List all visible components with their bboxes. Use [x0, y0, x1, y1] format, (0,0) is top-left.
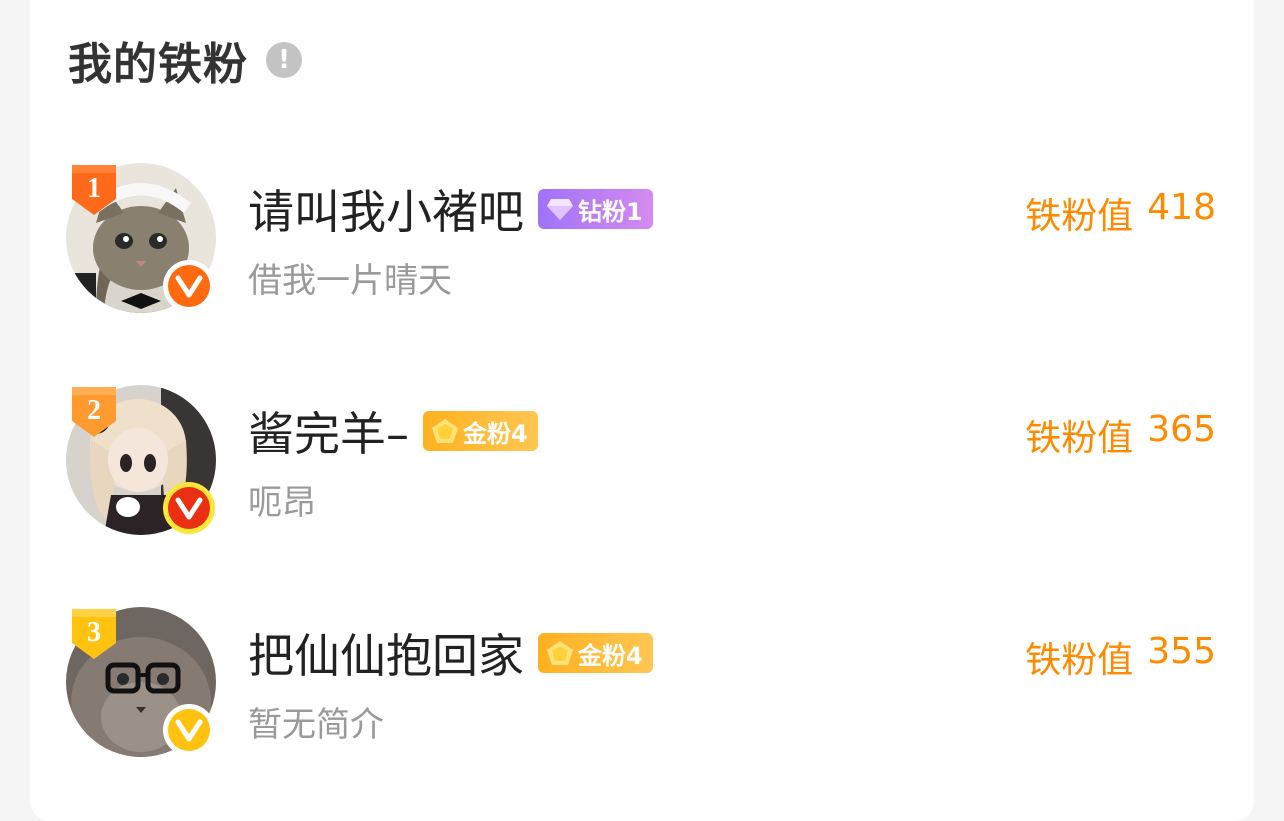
fan-level-badge: 钻粉1	[538, 189, 653, 229]
rank-medal-icon: 2	[68, 383, 120, 439]
fan-level-label: 金粉4	[578, 641, 643, 670]
fan-level-label: 钻粉1	[578, 197, 643, 226]
iron-fan-score: 铁粉值 355	[1025, 631, 1216, 683]
fan-name[interactable]: 酱完羊–	[248, 398, 409, 464]
avatar[interactable]: 2	[66, 385, 216, 535]
score-label: 铁粉值	[1025, 418, 1134, 459]
fan-row[interactable]: 1 请叫我小褚吧 钻粉1 借我一片晴天 铁粉值 418	[0, 163, 1284, 323]
gold-gem-icon	[547, 641, 573, 665]
fan-bio: 呃昂	[248, 483, 316, 523]
name-line: 酱完羊– 金粉4	[248, 403, 538, 461]
rank-medal-icon: 1	[68, 161, 120, 217]
fan-level-badge: 金粉4	[538, 633, 653, 673]
gold-gem-icon	[432, 419, 458, 443]
iron-fan-score: 铁粉值 365	[1025, 409, 1216, 461]
fan-name[interactable]: 把仙仙抱回家	[248, 620, 524, 686]
fan-level-label: 金粉4	[463, 419, 528, 448]
verified-v-icon	[162, 481, 216, 535]
diamond-icon	[547, 199, 573, 220]
rank-number: 1	[87, 173, 101, 204]
name-line: 请叫我小褚吧 钻粉1	[248, 181, 653, 239]
verified-v-icon	[162, 703, 216, 757]
fan-bio: 借我一片晴天	[248, 261, 452, 301]
fan-level-badge: 金粉4	[423, 411, 538, 451]
name-line: 把仙仙抱回家 金粉4	[248, 625, 653, 683]
fan-row[interactable]: 2 酱完羊– 金粉4 呃昂 铁粉值 365	[0, 385, 1284, 545]
iron-fan-score: 铁粉值 418	[1025, 187, 1216, 239]
score-label: 铁粉值	[1025, 640, 1134, 681]
score-label: 铁粉值	[1025, 196, 1134, 237]
verified-v-icon	[162, 259, 216, 313]
avatar[interactable]: 3	[66, 607, 216, 757]
score-value: 365	[1147, 409, 1216, 450]
info-icon[interactable]: !	[266, 42, 302, 78]
rank-number: 2	[87, 395, 101, 426]
fan-bio: 暂无简介	[248, 705, 384, 745]
fan-row[interactable]: 3 把仙仙抱回家 金粉4 暂无简介 铁粉值 355	[0, 607, 1284, 767]
rank-number: 3	[87, 617, 101, 648]
fan-name[interactable]: 请叫我小褚吧	[248, 176, 524, 242]
rank-medal-icon: 3	[68, 605, 120, 661]
avatar[interactable]: 1	[66, 163, 216, 313]
page-title: 我的铁粉	[68, 39, 248, 90]
score-value: 418	[1147, 187, 1216, 228]
header: 我的铁粉 !	[68, 30, 302, 90]
score-value: 355	[1147, 631, 1216, 672]
